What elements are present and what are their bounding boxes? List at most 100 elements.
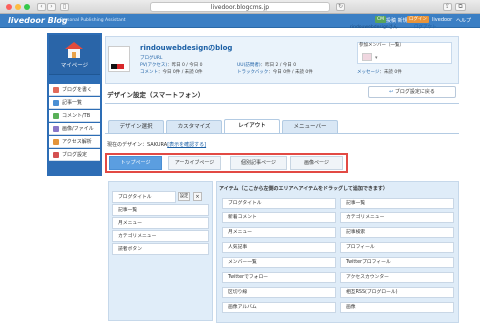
subtab-archive-page[interactable]: アーカイブページ [168,156,221,170]
blog-thumbnail[interactable] [108,46,130,72]
sidebar-item-images[interactable]: 画像/ファイル [49,123,100,135]
back-arrow-icon[interactable]: ‹ [37,3,46,11]
page-title: デザイン設定（スマートフォン） [107,91,205,99]
close-window-icon[interactable] [6,4,12,10]
comment-value: ：今日 0件 / 未読 0件 [158,70,203,75]
tab-customize[interactable]: カスタマイズ [166,120,222,134]
palette-item[interactable]: アクセスカウンター [340,272,454,283]
welcome-text: rindouwebdesignさん [350,25,398,30]
share-icon[interactable]: ⇪ [443,3,452,11]
mypage-label: マイページ [60,63,89,69]
current-design-text: 現在のデザイン：SAKURA[表示を確認する] [107,141,206,148]
logout-link[interactable]: ログアウト [414,24,437,30]
uu-stat: UU(訪問者)：昨日 2 / 今日 0 [237,62,296,68]
list-icon [53,100,59,106]
uu-label[interactable]: UU(訪問者) [237,63,261,68]
sidebar-item-comments[interactable]: コメント/TB [49,110,100,122]
palette-item[interactable]: プロフィール [340,242,454,253]
layout-item[interactable]: 読者ボタン [112,243,209,255]
uu-value: ：昨日 2 / 今日 0 [260,63,297,68]
pv-label[interactable]: PV(アクセス) [140,63,167,68]
sidebar-toggle-icon[interactable]: ▯ [60,3,69,11]
palette-item[interactable]: 相互RSS(ブログロール) [340,287,454,298]
sidebar-item-settings[interactable]: ブログ設定 [49,149,100,161]
address-bar[interactable]: livedoor.blogcms.jp [150,2,330,12]
tabs-icon[interactable]: ⧉ [455,3,466,11]
palette-item[interactable]: メンバー一覧 [222,257,336,268]
sidebar-item-label: 記事一覧 [62,100,83,106]
palette-item[interactable]: Twitterでフォロー [222,272,336,283]
preview-design-link[interactable]: [表示を確認する] [167,142,206,148]
sidebar-item-label: ブログを書く [62,87,93,93]
sidebar-item-label: コメント/TB [62,113,91,119]
minimize-window-icon[interactable] [15,4,21,10]
cm-badge[interactable]: CM [375,16,387,23]
sidebar-item-label: アクセス解析 [62,139,92,145]
palette-item[interactable]: 新着コメント [222,212,336,223]
subtab-image-page[interactable]: 画像ページ [290,156,343,170]
layout-item[interactable]: ブログタイトル [112,191,176,203]
forward-arrow-icon[interactable]: › [47,3,56,11]
member-avatar[interactable] [362,53,372,61]
config-button[interactable]: 設定 [178,192,190,201]
tab-divider [105,133,459,134]
sidebar-item-label: ブログ設定 [62,152,88,158]
layout-item[interactable]: カテゴリメニュー [112,230,209,242]
trackback-label[interactable]: トラックバック [237,70,268,75]
message-label[interactable]: メッセージ [357,70,379,75]
tagline: Personal Publishing Assistant [60,18,126,23]
livedoor-link[interactable]: livedoor [432,17,452,23]
remove-button[interactable]: × [193,192,202,201]
sidebar-item-label: 画像/ファイル [62,126,94,132]
palette-item[interactable]: 区切り線 [222,287,336,298]
image-icon [53,126,59,132]
tab-design-select[interactable]: デザイン選択 [108,120,164,134]
reload-icon[interactable]: ↻ [336,3,345,11]
palette-item[interactable]: 人気記事 [222,242,336,253]
gear-icon [53,152,59,158]
livedoor-blog-logo[interactable]: livedoor Blog [8,16,68,25]
palette-item[interactable]: 画像 [340,302,454,313]
post-new-link[interactable]: 投稿 新規 [386,17,408,24]
sidebar-item-articles[interactable]: 記事一覧 [49,97,100,109]
divider [105,103,459,104]
member-dropdown-icon[interactable]: ▾ [375,55,378,61]
palette-item[interactable]: ブログタイトル [222,198,336,209]
pv-value: ：昨日 0 / 今日 0 [167,63,203,68]
blog-url-link[interactable]: ブログURL [140,55,162,61]
trackback-stat: トラックバック：今日 0件 / 未読 0件 [237,69,313,75]
back-to-settings-button[interactable]: ↩ ブログ設定に戻る [368,86,456,98]
palette-item[interactable]: 記事検索 [340,227,454,238]
comment-label[interactable]: コメント [140,70,158,75]
sidebar-item-analytics[interactable]: アクセス解析 [49,136,100,148]
subtab-article-page[interactable]: 個別記事ページ [230,156,287,170]
blog-url-label: ブログURL [140,56,163,61]
sidebar-item-write[interactable]: ブログを書く [49,84,100,96]
pv-stat: PV(アクセス)：昨日 0 / 今日 0 [140,62,203,68]
pencil-icon [53,87,59,93]
current-design-label: 現在のデザイン：SAKURA [107,142,168,148]
message-value: ：未読 0件 [379,70,402,75]
palette-item[interactable]: 画像アルバム [222,302,336,313]
palette-item[interactable]: 記事一覧 [340,198,454,209]
message-stat: メッセージ：未読 0件 [357,69,402,75]
item-palette-heading: アイテム（ここから左側のエリアへアイテムをドラッグして追加できます） [219,186,388,192]
help-link[interactable]: ヘルプ [456,17,471,24]
login-badge[interactable]: ログイン [407,16,429,23]
tab-layout[interactable]: レイアウト [224,119,280,134]
tab-menubar[interactable]: メニューバー [282,120,338,134]
blog-title-link[interactable]: rindouwebdesignのblog [140,43,232,53]
zoom-window-icon[interactable] [24,4,30,10]
palette-item[interactable]: 月メニュー [222,227,336,238]
palette-item[interactable]: Twitterプロフィール [340,257,454,268]
subtab-top-page[interactable]: トップページ [109,156,162,170]
palette-item[interactable]: カテゴリメニュー [340,212,454,223]
back-button-label: ブログ設定に戻る [394,89,435,95]
comment-stat: コメント：今日 0件 / 未読 0件 [140,69,202,75]
layout-item[interactable]: 記事一覧 [112,204,209,216]
chart-icon [53,139,59,145]
layout-item[interactable]: 月メニュー [112,217,209,229]
member-list-link[interactable]: 参加メンバー（一覧） [359,42,404,48]
home-icon [65,42,83,58]
comment-icon [53,113,59,119]
